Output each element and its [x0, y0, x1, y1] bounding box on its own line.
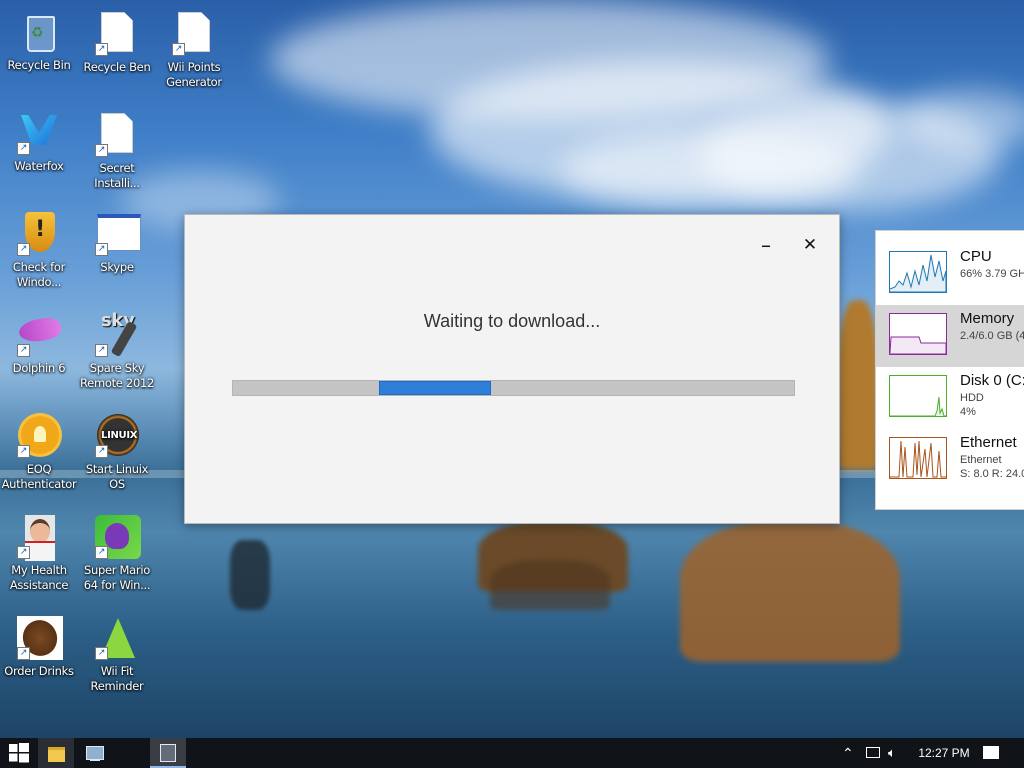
windows-logo-icon	[9, 743, 29, 763]
icon-label: Recycle Bin	[7, 58, 71, 72]
desktop-icon-order-drinks[interactable]: ↗ Order Drinks	[0, 615, 78, 679]
desktop-icon-waterfox[interactable]: ↗ Waterfox	[0, 111, 78, 174]
document-icon: ↗	[95, 113, 139, 157]
recycle-bin-icon: ♻	[17, 10, 61, 54]
progress-indicator	[378, 381, 492, 395]
icon-label: Waterfox	[14, 159, 64, 173]
icon-label: Wii Points Generator	[166, 60, 222, 89]
desktop-icon-super-mario-64[interactable]: ↗ Super Mario 64 for Win...	[78, 515, 156, 593]
file-explorer-taskbar-button[interactable]	[38, 738, 74, 768]
network-tray-icon[interactable]	[864, 738, 882, 768]
sky-remote-icon: sky ↗	[95, 312, 139, 358]
task-manager-performance-panel: CPU 66% 3.79 GHz Memory 2.4/6.0 GB (40%)…	[875, 230, 1024, 510]
icon-label: Check for Windo...	[12, 260, 66, 289]
window-icon: ↗	[95, 212, 141, 256]
perf-item-detail: 4%	[960, 406, 976, 418]
perf-item-ethernet[interactable]: Ethernet Ethernet S: 8.0 R: 24.0 Kbps	[876, 429, 1024, 491]
icon-label: Start Linuix OS	[85, 462, 149, 491]
folder-icon	[48, 747, 65, 762]
cpu-graph	[889, 251, 947, 293]
taskbar: ⌃ 🔈︎ 12:27 PM	[0, 738, 1024, 768]
desktop-icon-spare-sky-remote[interactable]: sky ↗ Spare Sky Remote 2012	[78, 312, 156, 391]
desktop-icon-dolphin[interactable]: ↗ Dolphin 6	[0, 313, 78, 376]
perf-item-detail: 2.4/6.0 GB (40%)	[960, 330, 1024, 342]
shield-warning-icon: ! ↗	[17, 212, 61, 256]
perf-item-detail: HDD	[960, 392, 984, 404]
perf-item-memory[interactable]: Memory 2.4/6.0 GB (40%)	[876, 305, 1024, 367]
perf-item-name: Memory	[960, 310, 1015, 327]
perf-item-name: Ethernet	[960, 434, 1017, 451]
coffee-bean-icon: ↗	[17, 615, 63, 661]
document-icon: ↗	[95, 12, 139, 56]
perf-item-detail: S: 8.0 R: 24.0 Kbps	[960, 468, 1024, 480]
desktop-icon-check-for-windows[interactable]: ! ↗ Check for Windo...	[0, 212, 78, 290]
perf-item-cpu[interactable]: CPU 66% 3.79 GHz	[876, 243, 1024, 305]
mario-icon: ↗	[95, 515, 141, 559]
action-center-icon[interactable]	[980, 738, 1002, 768]
ethernet-graph	[889, 437, 947, 479]
icon-label: Recycle Ben	[83, 60, 151, 74]
desktop-icon-skype[interactable]: ↗ Skype	[78, 212, 156, 275]
desktop-icon-start-linuix[interactable]: LINUIX ↗ Start Linuix OS	[78, 414, 156, 492]
desktop-icon-secret-installer[interactable]: ↗ Secret Installi...	[78, 111, 156, 191]
minimize-button[interactable]: –	[755, 235, 777, 257]
dolphin-icon: ↗	[17, 313, 63, 357]
desktop-icon-eoq-authenticator[interactable]: ↗ EOQ Authenticator	[0, 414, 78, 492]
recycle-bin-small-icon	[160, 744, 176, 762]
icon-label: Spare Sky Remote 2012	[80, 361, 154, 390]
icon-label: Secret Installi...	[94, 161, 140, 190]
icon-label: Super Mario 64 for Win...	[83, 563, 151, 592]
icon-label: Skype	[100, 260, 134, 274]
volume-tray-icon[interactable]: 🔈︎	[888, 738, 906, 768]
perf-item-detail: Ethernet	[960, 454, 1002, 466]
wii-fit-icon: ↗	[95, 616, 139, 660]
icon-label: Order Drinks	[4, 664, 74, 678]
icon-label: Dolphin 6	[12, 361, 66, 375]
icon-label: My Health Assistance	[9, 563, 69, 592]
download-progress-bar	[232, 380, 795, 396]
network-app-taskbar-button[interactable]	[76, 738, 114, 768]
computer-network-icon	[86, 746, 104, 760]
perf-item-detail: 66% 3.79 GHz	[960, 268, 1024, 280]
download-dialog: – ✕ Waiting to download...	[184, 214, 840, 524]
doctor-icon: ↗	[17, 515, 61, 561]
download-status-text: Waiting to download...	[423, 311, 601, 331]
waterfox-icon: ↗	[17, 111, 61, 155]
disk-graph	[889, 375, 947, 417]
desktop-icon-recycle-bin[interactable]: ♻ Recycle Bin	[0, 10, 78, 73]
linuix-icon: LINUIX ↗	[95, 414, 139, 458]
desktop-icon-recycle-ben[interactable]: ↗ Recycle Ben	[78, 10, 156, 75]
desktop-icon-wii-fit-reminder[interactable]: ↗ Wii Fit Reminder	[78, 616, 156, 694]
icon-label: Wii Fit Reminder	[90, 664, 144, 693]
gear-badge-icon: ↗	[17, 414, 61, 458]
desktop-icon-my-health-assistance[interactable]: ↗ My Health Assistance	[0, 515, 78, 593]
document-icon: ↗	[172, 12, 216, 56]
show-hidden-icons-button[interactable]: ⌃	[842, 738, 858, 768]
icon-label: EOQ Authenticator	[1, 462, 77, 491]
perf-item-name: CPU	[960, 248, 992, 265]
close-button[interactable]: ✕	[799, 235, 821, 257]
clock[interactable]: 12:27 PM	[916, 738, 972, 768]
perf-item-name: Disk 0 (C:)	[960, 372, 1024, 389]
desktop-icon-wii-points-generator[interactable]: ↗ Wii Points Generator	[155, 10, 233, 90]
memory-graph	[889, 313, 947, 355]
start-button[interactable]	[0, 738, 38, 768]
recycle-app-taskbar-button[interactable]	[150, 738, 186, 768]
perf-item-disk[interactable]: Disk 0 (C:) HDD 4%	[876, 367, 1024, 429]
